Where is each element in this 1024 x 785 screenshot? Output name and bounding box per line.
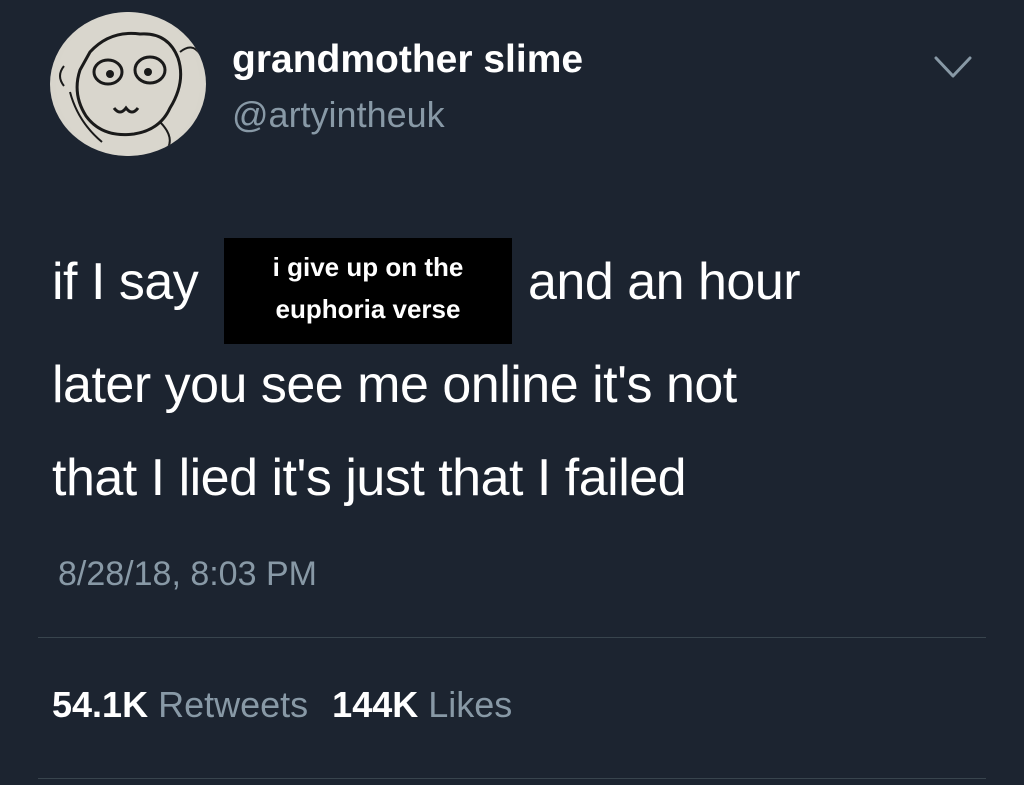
- retweets-count: 54.1K: [52, 684, 149, 725]
- chevron-down-icon[interactable]: [932, 52, 974, 82]
- tweet-text-line-3: that I lied it's just that I failed: [52, 449, 687, 507]
- tweet-timestamp[interactable]: 8/28/18, 8:03 PM: [58, 555, 317, 594]
- overlay-text-line-2: euphoria verse: [275, 294, 461, 324]
- doodle-face-avatar-icon: [56, 12, 201, 156]
- divider: [38, 637, 986, 638]
- display-name[interactable]: grandmother slime: [232, 38, 583, 82]
- retweets-label: Retweets: [158, 684, 309, 725]
- tweet-text-line-1-start: if I say: [52, 253, 199, 311]
- redaction-overlay: i give up on the euphoria verse: [224, 238, 512, 344]
- divider: [38, 778, 986, 779]
- user-handle[interactable]: @artyintheuk: [232, 94, 445, 136]
- likes-stat[interactable]: 144K Likes: [332, 684, 512, 725]
- likes-count: 144K: [332, 684, 419, 725]
- overlay-text-line-1: i give up on the: [272, 252, 464, 282]
- avatar[interactable]: [50, 12, 206, 156]
- tweet-card: grandmother slime @artyintheuk if I say …: [0, 0, 1024, 785]
- tweet-text-line-2: later you see me online it's not: [52, 356, 737, 414]
- retweets-stat[interactable]: 54.1K Retweets: [52, 684, 308, 725]
- likes-label: Likes: [428, 684, 513, 725]
- tweet-text-line-1-end: and an hour: [528, 253, 801, 311]
- tweet-stats: 54.1K Retweets 144K Likes: [52, 684, 512, 726]
